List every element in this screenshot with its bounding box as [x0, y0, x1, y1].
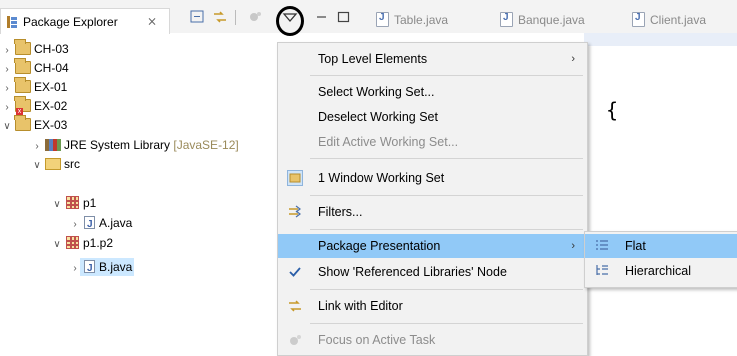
menu-separator [310, 158, 583, 159]
focus-task-icon[interactable] [247, 10, 263, 24]
java-file-icon [84, 216, 95, 234]
menu-item-filters[interactable]: Filters... [278, 200, 587, 224]
tree-item[interactable]: › CH-03 [2, 39, 69, 60]
submenu-item-flat[interactable]: Flat [585, 234, 737, 258]
package-icon [66, 196, 79, 209]
menu-item-window-working-set[interactable]: 1 Window Working Set [278, 166, 587, 190]
maximize-icon[interactable] [336, 10, 352, 24]
hierarchical-layout-icon [594, 263, 610, 279]
flat-layout-icon [594, 238, 610, 254]
tree-item[interactable]: ∨ p1.p2 [52, 234, 113, 252]
menu-item-show-referenced-libraries[interactable]: Show 'Referenced Libraries' Node [278, 260, 587, 284]
tree-item[interactable]: › JRE System Library [JavaSE-12] [32, 136, 238, 156]
package-presentation-submenu: Flat Hierarchical [584, 231, 737, 288]
editor-tab-client[interactable]: Client.java [632, 8, 722, 33]
checkmark-icon [287, 264, 303, 280]
editor-tab-banque[interactable]: Banque.java [500, 8, 590, 33]
menu-separator [310, 323, 583, 324]
annotation-circle [276, 6, 304, 36]
focus-task-icon [287, 332, 303, 348]
submenu-item-hierarchical[interactable]: Hierarchical [585, 259, 737, 283]
editor-tab-label: Banque.java [518, 13, 585, 27]
chevron-right-icon[interactable]: › [32, 138, 42, 156]
editor-tab-label: Client.java [650, 13, 707, 27]
tree-item[interactable]: › CH-04 [2, 58, 69, 79]
chevron-right-icon[interactable]: › [70, 216, 80, 234]
library-icon [45, 139, 61, 151]
java-file-icon [376, 12, 389, 27]
menu-item-select-working-set[interactable]: Select Working Set... [278, 80, 587, 104]
filter-icon [287, 204, 303, 220]
link-with-editor-icon [287, 298, 303, 314]
menu-separator [310, 75, 583, 76]
view-menu: Top Level Elements › Select Working Set.… [277, 42, 588, 356]
project-icon [14, 58, 31, 74]
package-explorer-icon [7, 16, 17, 28]
menu-item-edit-active-working-set: Edit Active Working Set... [318, 135, 459, 149]
menu-item-focus-active-task: Focus on Active Task [278, 328, 587, 352]
menu-separator [310, 229, 583, 230]
package-icon [66, 236, 79, 249]
code-brace: { [606, 98, 619, 122]
menu-item-deselect-working-set[interactable]: Deselect Working Set [278, 105, 587, 129]
chevron-right-icon[interactable]: › [2, 61, 12, 79]
java-file-icon [84, 260, 95, 278]
tree-item[interactable]: ›A.java [70, 214, 132, 234]
source-folder-icon [45, 158, 61, 170]
chevron-right-icon[interactable]: › [2, 99, 12, 117]
toolbar-divider [235, 10, 236, 25]
chevron-right-icon[interactable]: › [70, 260, 80, 278]
collapse-all-icon[interactable] [190, 10, 206, 24]
java-file-icon [500, 12, 513, 27]
menu-separator [310, 289, 583, 290]
menu-item-link-with-editor[interactable]: Link with Editor [278, 294, 587, 318]
view-toolbar: Package Explorer ⨯ Table.java Banque.jav… [0, 0, 737, 36]
close-icon[interactable]: ⨯ [147, 14, 157, 28]
project-icon [14, 39, 31, 55]
chevron-right-icon[interactable]: › [2, 42, 12, 60]
tree-item[interactable]: ∨ EX-03 [2, 115, 67, 136]
chevron-right-icon[interactable]: › [2, 80, 12, 98]
java-file-icon [632, 12, 645, 27]
editor-tab-label: Table.java [394, 13, 449, 27]
tab-label: Package Explorer [23, 15, 118, 29]
menu-separator [310, 195, 583, 196]
menu-item-package-presentation[interactable]: Package Presentation › [278, 234, 587, 258]
editor-tab-table[interactable]: Table.java [376, 8, 460, 33]
project-error-icon [14, 96, 31, 115]
chevron-down-icon[interactable]: ∨ [52, 196, 62, 214]
tree-item[interactable]: ∨ p1 [52, 194, 96, 212]
chevron-down-icon[interactable]: ∨ [2, 118, 12, 136]
tree-item-selected[interactable]: ›B.java [70, 258, 135, 278]
project-icon [14, 115, 31, 131]
chevron-right-icon: › [571, 53, 575, 65]
tab-package-explorer[interactable]: Package Explorer ⨯ [0, 8, 170, 34]
tree-item[interactable]: ∨ src [32, 155, 80, 173]
working-set-icon [287, 170, 303, 186]
link-with-editor-icon[interactable] [212, 10, 228, 24]
chevron-down-icon[interactable]: ∨ [52, 236, 62, 254]
minimize-icon[interactable] [314, 10, 330, 24]
chevron-down-icon[interactable]: ∨ [32, 157, 42, 175]
tree-item[interactable]: ›EX-02 [2, 96, 67, 117]
menu-item-top-level-elements[interactable]: Top Level Elements › [278, 47, 587, 71]
editor-line-highlight [584, 33, 737, 46]
project-icon [14, 77, 31, 93]
chevron-right-icon: › [571, 240, 575, 252]
tree-item[interactable]: › EX-01 [2, 77, 67, 98]
